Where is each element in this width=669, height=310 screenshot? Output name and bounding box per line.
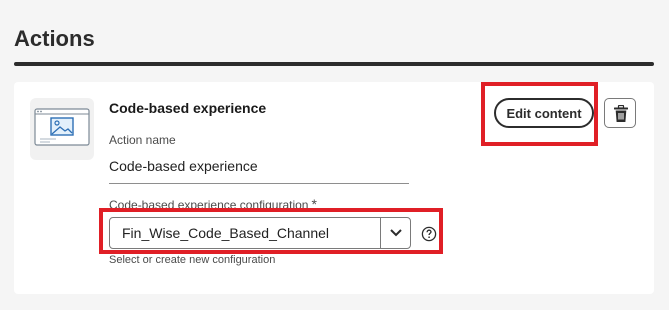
action-name-underline <box>109 183 409 184</box>
configuration-helper-text: Select or create new configuration <box>109 254 276 266</box>
delete-action-button[interactable] <box>604 98 636 128</box>
highlight-box-edit-content <box>481 82 598 146</box>
action-name-field[interactable]: Code-based experience <box>109 158 258 174</box>
section-title: Actions <box>14 26 95 51</box>
highlight-box-configuration <box>99 208 443 254</box>
image-placeholder-icon <box>34 108 90 146</box>
section-divider <box>14 62 654 66</box>
action-thumbnail <box>30 98 94 160</box>
trash-icon <box>614 105 628 122</box>
card-title: Code-based experience <box>109 100 267 116</box>
action-name-label: Action name <box>109 133 176 147</box>
